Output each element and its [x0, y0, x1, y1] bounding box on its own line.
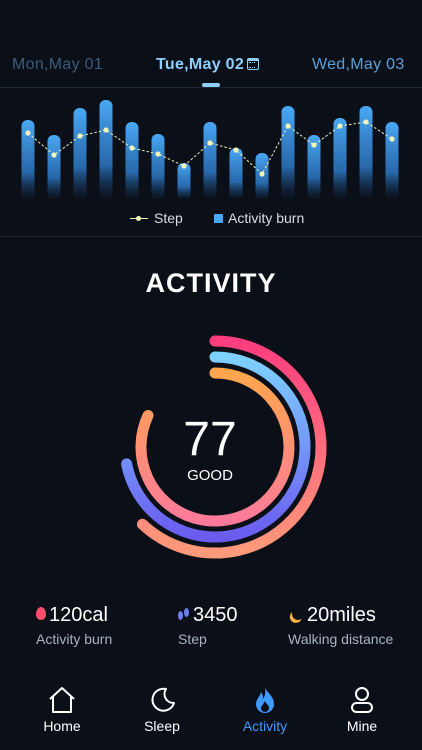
nav-mine-label: Mine: [346, 718, 378, 734]
bar-activity-burn: [333, 118, 347, 200]
legend-burn-label: Activity burn: [228, 210, 305, 226]
step-point: [311, 142, 317, 148]
moon-icon: [151, 687, 175, 712]
bar-activity-burn: [281, 106, 295, 200]
step-point: [77, 133, 83, 139]
step-point: [129, 145, 135, 151]
step-point: [181, 163, 187, 169]
step-point: [363, 119, 369, 125]
nav-activity-label: Activity: [242, 718, 288, 734]
step-point: [155, 151, 161, 157]
user-icon: [351, 687, 373, 713]
moon-icon: [290, 606, 305, 621]
date-previous[interactable]: Mon,May 01: [12, 56, 103, 74]
stat-distance-label: Walking distance: [288, 631, 394, 647]
flame-icon: [36, 607, 46, 620]
nav-home[interactable]: Home: [22, 686, 102, 734]
stat-burn: 120cal Activity burn: [36, 604, 112, 647]
bar-activity-burn: [47, 135, 61, 200]
divider-top: [0, 87, 422, 88]
bar-activity-burn: [151, 134, 165, 200]
bottom-nav: Home Sleep Activity Mine: [0, 680, 422, 750]
step-point: [207, 140, 213, 146]
activity-chart: [21, 100, 399, 200]
activity-score: 77: [183, 413, 237, 466]
date-selector: Mon,May 01 Tue,May 02 Wed,May 03: [0, 50, 422, 84]
legend-step: Step: [130, 210, 183, 226]
nav-home-label: Home: [43, 718, 81, 734]
page-title: ACTIVITY: [145, 268, 277, 298]
stat-distance-value: 20miles: [307, 604, 376, 626]
bar-activity-burn: [125, 122, 139, 200]
home-icon: [49, 687, 75, 713]
stat-step-value: 3450: [193, 604, 238, 626]
bar-activity-burn: [203, 122, 217, 200]
divider-chart: [0, 236, 422, 237]
date-current[interactable]: Tue,May 02: [156, 56, 260, 74]
nav-mine[interactable]: Mine: [322, 686, 402, 734]
stat-distance: 20miles Walking distance: [288, 604, 393, 647]
bar-activity-burn: [229, 148, 243, 200]
burn-square-icon: [214, 214, 223, 223]
calendar-icon[interactable]: [247, 58, 260, 70]
step-point: [25, 130, 31, 136]
step-point: [259, 171, 265, 177]
step-point: [51, 152, 57, 158]
flame-icon: [256, 687, 274, 713]
legend-burn: Activity burn: [214, 210, 304, 226]
step-point: [389, 136, 395, 142]
stat-step-value-row: 3450: [178, 604, 238, 627]
step-line-icon: [130, 216, 148, 220]
date-current-label: Tue,May 02: [156, 56, 245, 73]
nav-sleep[interactable]: Sleep: [122, 686, 202, 734]
step-point: [337, 123, 343, 129]
step-point: [103, 127, 109, 133]
step-point: [285, 123, 291, 129]
bar-activity-burn: [73, 108, 87, 200]
stat-step: 3450 Step: [178, 604, 238, 647]
nav-activity[interactable]: Activity: [225, 686, 305, 734]
chart-legend: Step Activity burn: [0, 208, 422, 228]
bar-activity-burn: [99, 100, 113, 200]
legend-step-label: Step: [154, 210, 183, 226]
bar-activity-burn: [385, 122, 399, 200]
date-next[interactable]: Wed,May 03: [312, 56, 405, 74]
footsteps-icon: [178, 608, 190, 620]
nav-sleep-label: Sleep: [144, 718, 180, 734]
activity-rating: GOOD: [187, 467, 233, 484]
stat-step-label: Step: [178, 631, 207, 647]
stat-burn-value-row: 120cal: [36, 604, 112, 627]
stat-burn-label: Activity burn: [36, 631, 113, 647]
stat-distance-value-row: 20miles: [288, 604, 393, 627]
step-point: [233, 147, 239, 153]
stat-burn-value: 120cal: [49, 604, 108, 626]
